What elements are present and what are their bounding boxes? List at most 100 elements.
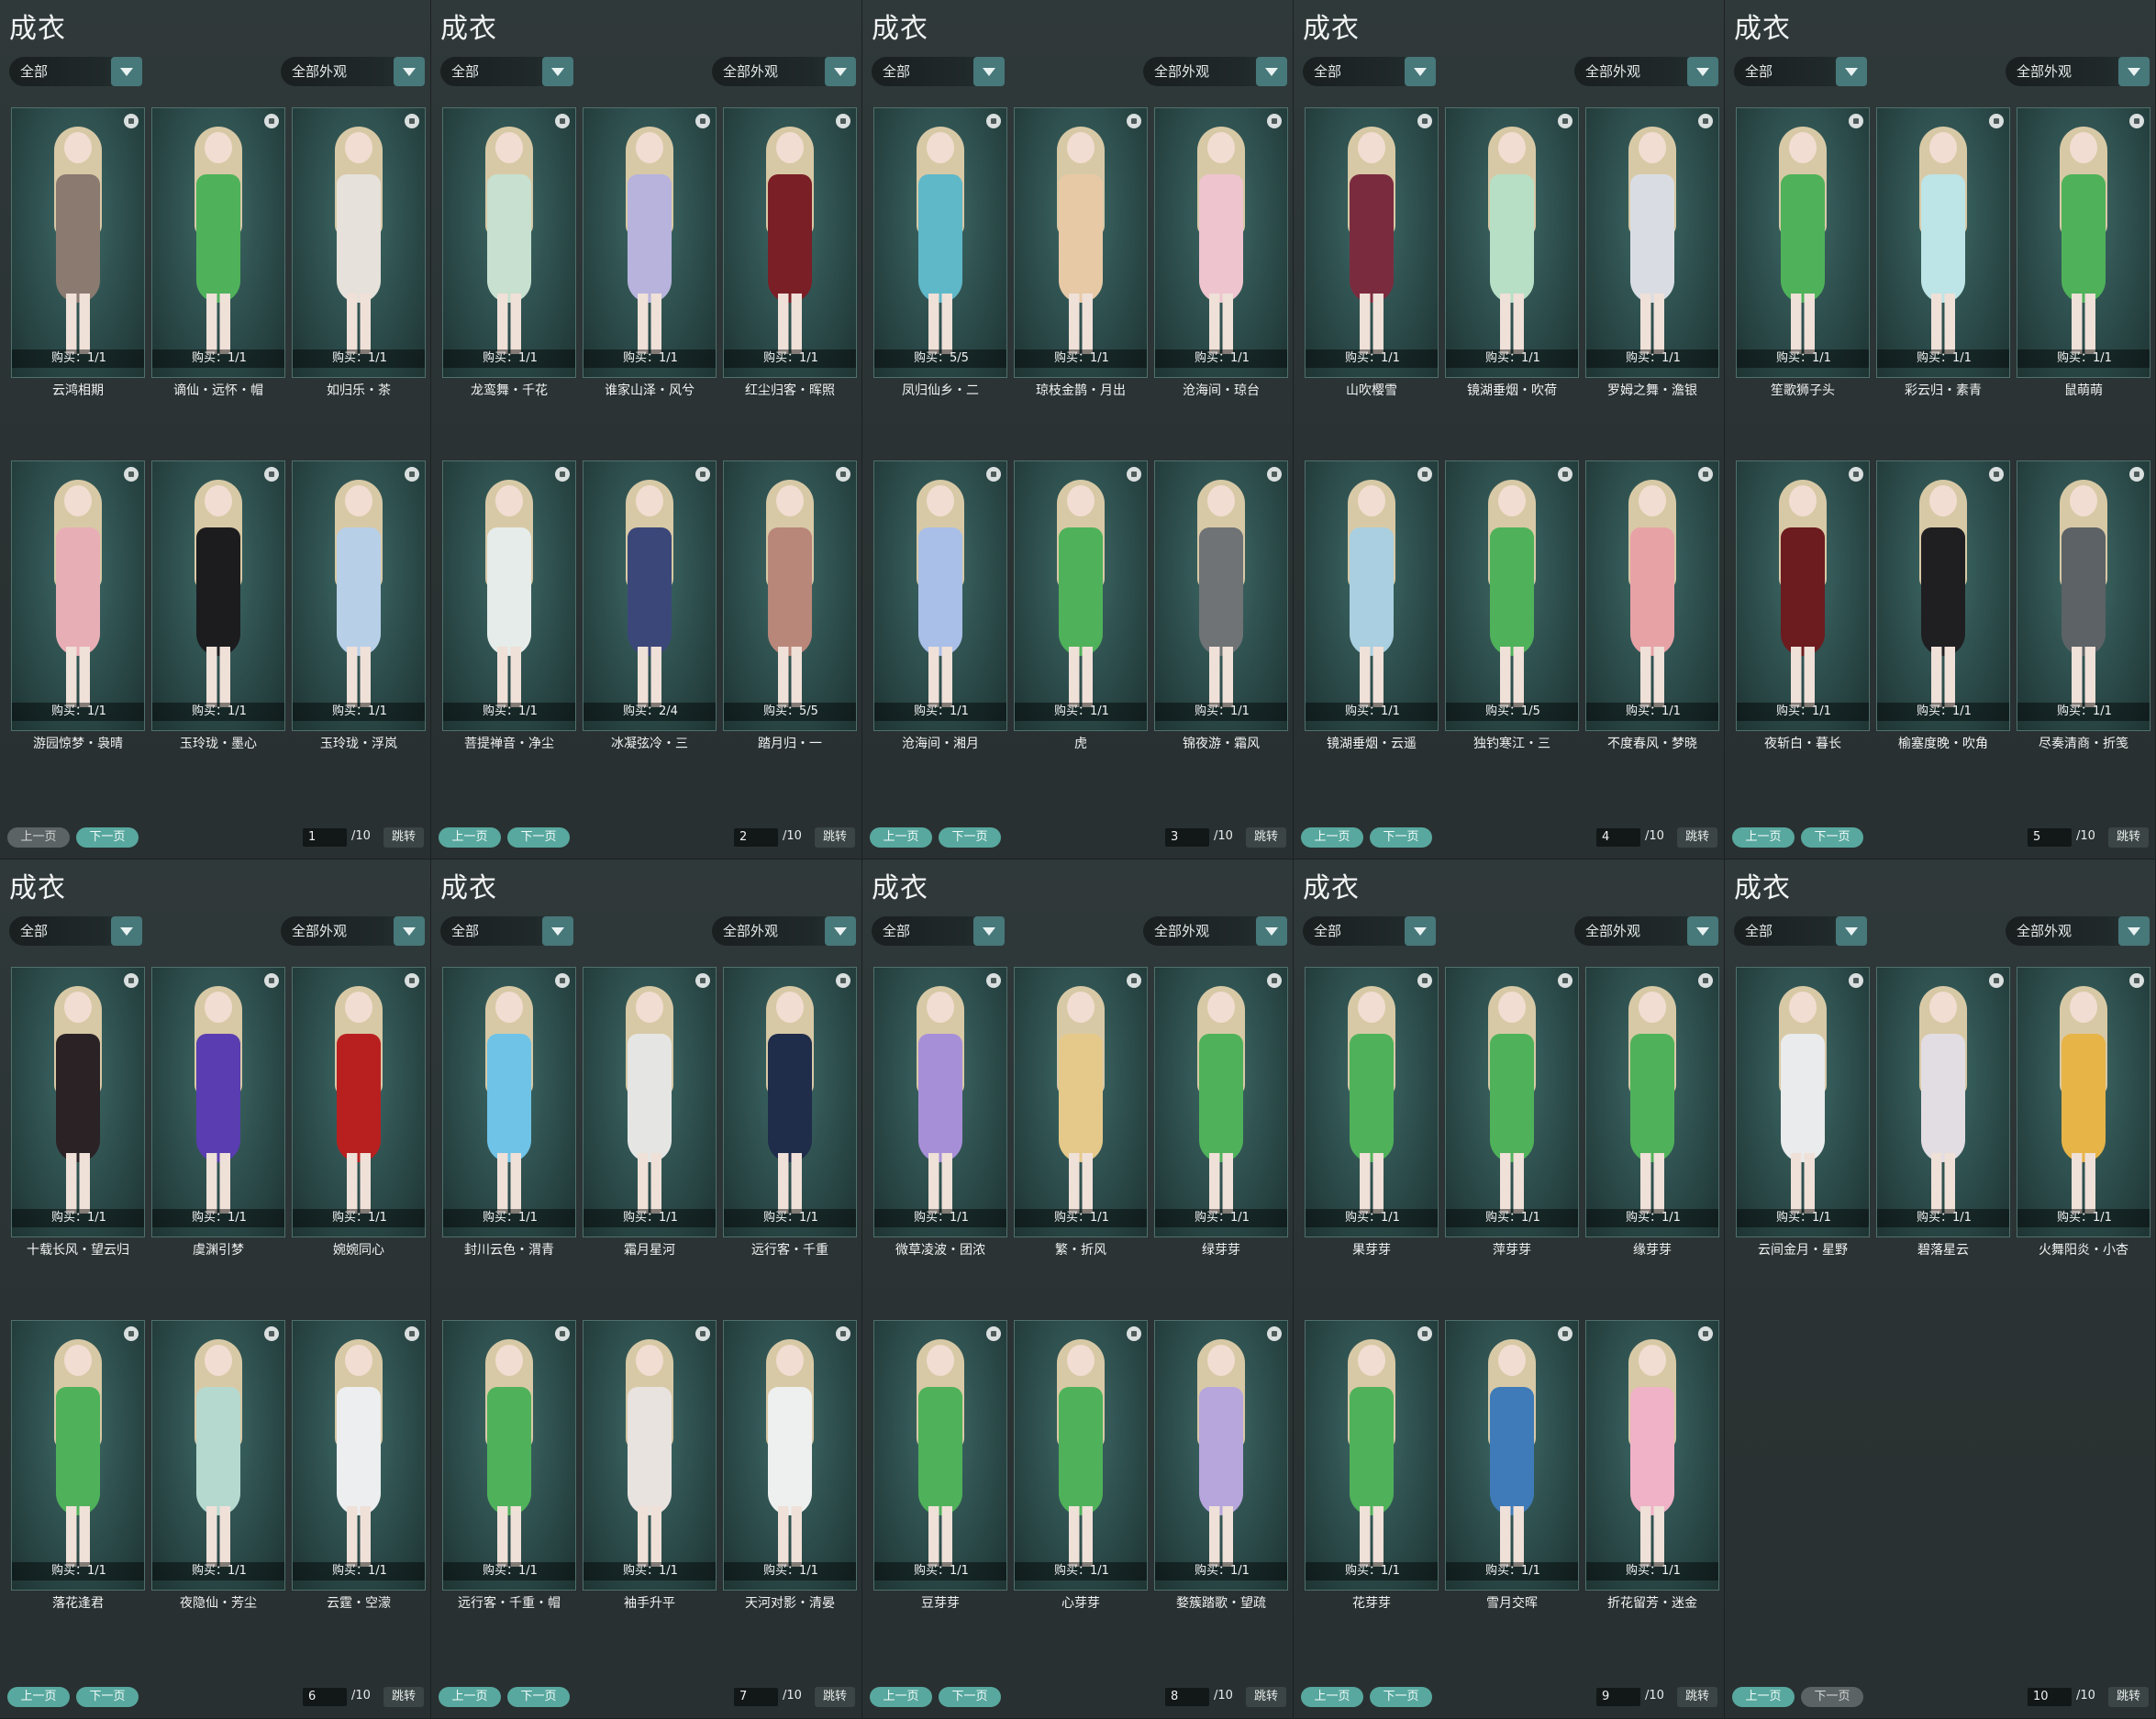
- outfit-card[interactable]: 购买：1/1 十载长风・望云归: [11, 967, 145, 1258]
- appearance-filter-dropdown[interactable]: 全部外观: [281, 57, 425, 86]
- outfit-card[interactable]: 购买：1/1 婺簇踏歌・望疏: [1154, 1320, 1288, 1611]
- trash-icon[interactable]: [264, 114, 279, 128]
- appearance-filter-dropdown[interactable]: 全部外观: [1574, 57, 1718, 86]
- prev-page-button[interactable]: 上一页: [1732, 1687, 1795, 1707]
- chevron-down-icon[interactable]: [1256, 916, 1287, 946]
- trash-icon[interactable]: [1417, 467, 1432, 482]
- appearance-filter-dropdown[interactable]: 全部外观: [281, 916, 425, 946]
- outfit-card[interactable]: 购买：1/1 微草凌波・团浓: [873, 967, 1007, 1258]
- category-filter-dropdown[interactable]: 全部: [872, 916, 1005, 946]
- outfit-card[interactable]: 购买：1/1 菩提禅音・净尘: [442, 460, 576, 751]
- outfit-card[interactable]: 购买：1/1 花芽芽: [1305, 1320, 1439, 1611]
- trash-icon[interactable]: [986, 973, 1001, 988]
- trash-icon[interactable]: [1417, 1326, 1432, 1341]
- outfit-card[interactable]: 购买：1/1 锦夜游・霜风: [1154, 460, 1288, 751]
- chevron-down-icon[interactable]: [1405, 57, 1436, 86]
- trash-icon[interactable]: [2129, 467, 2144, 482]
- page-number-input[interactable]: 1: [303, 828, 347, 847]
- outfit-card[interactable]: 购买：1/1 婉婉同心: [292, 967, 426, 1258]
- outfit-card[interactable]: 购买：1/5 独钓寒江・三: [1445, 460, 1579, 751]
- outfit-card[interactable]: 购买：1/1 笙歌狮子头: [1736, 107, 1870, 398]
- trash-icon[interactable]: [1267, 114, 1282, 128]
- category-filter-dropdown[interactable]: 全部: [440, 57, 573, 86]
- trash-icon[interactable]: [695, 973, 710, 988]
- outfit-card[interactable]: 购买：1/1 袖手升平: [583, 1320, 717, 1611]
- outfit-card[interactable]: 购买：1/1 罗姆之舞・澹银: [1585, 107, 1719, 398]
- trash-icon[interactable]: [264, 467, 279, 482]
- outfit-card[interactable]: 购买：1/1 镜湖垂烟・云遥: [1305, 460, 1439, 751]
- outfit-card[interactable]: 购买：1/1 榆塞度晚・吹角: [1876, 460, 2010, 751]
- outfit-card[interactable]: 购买：1/1 火舞阳炎・小杏: [2017, 967, 2150, 1258]
- trash-icon[interactable]: [836, 467, 850, 482]
- next-page-button[interactable]: 下一页: [939, 1687, 1001, 1707]
- outfit-card[interactable]: 购买：1/1 镜湖垂烟・吹荷: [1445, 107, 1579, 398]
- outfit-card[interactable]: 购买：1/1 碧落星云: [1876, 967, 2010, 1258]
- category-filter-dropdown[interactable]: 全部: [1734, 916, 1867, 946]
- outfit-card[interactable]: 购买：1/1 沧海间・琼台: [1154, 107, 1288, 398]
- trash-icon[interactable]: [1417, 114, 1432, 128]
- trash-icon[interactable]: [695, 114, 710, 128]
- trash-icon[interactable]: [1989, 973, 2004, 988]
- trash-icon[interactable]: [1849, 973, 1863, 988]
- appearance-filter-dropdown[interactable]: 全部外观: [1574, 916, 1718, 946]
- next-page-button[interactable]: 下一页: [507, 1687, 570, 1707]
- outfit-card[interactable]: 购买：1/1 琼枝金鹊・月出: [1014, 107, 1148, 398]
- trash-icon[interactable]: [124, 114, 139, 128]
- outfit-card[interactable]: 购买：1/1 云霆・空濛: [292, 1320, 426, 1611]
- outfit-card[interactable]: 购买：1/1 尽奏清商・折笺: [2017, 460, 2150, 751]
- trash-icon[interactable]: [1698, 973, 1713, 988]
- outfit-card[interactable]: 购买：1/1 谁家山泽・风兮: [583, 107, 717, 398]
- outfit-card[interactable]: 购买：1/1 封川云色・渭青: [442, 967, 576, 1258]
- next-page-button[interactable]: 下一页: [507, 827, 570, 848]
- trash-icon[interactable]: [1698, 1326, 1713, 1341]
- trash-icon[interactable]: [1127, 973, 1141, 988]
- category-filter-dropdown[interactable]: 全部: [9, 916, 142, 946]
- trash-icon[interactable]: [1989, 114, 2004, 128]
- outfit-card[interactable]: 购买：1/1 云鸿相期: [11, 107, 145, 398]
- chevron-down-icon[interactable]: [1687, 57, 1718, 86]
- chevron-down-icon[interactable]: [2118, 57, 2150, 86]
- outfit-card[interactable]: 购买：1/1 缘芽芽: [1585, 967, 1719, 1258]
- trash-icon[interactable]: [555, 467, 570, 482]
- trash-icon[interactable]: [405, 114, 419, 128]
- trash-icon[interactable]: [405, 973, 419, 988]
- jump-button[interactable]: 跳转: [383, 827, 424, 848]
- next-page-button[interactable]: 下一页: [1370, 827, 1432, 848]
- trash-icon[interactable]: [124, 973, 139, 988]
- outfit-card[interactable]: 购买：1/1 夜斩白・暮长: [1736, 460, 1870, 751]
- page-number-input[interactable]: 5: [2028, 828, 2072, 847]
- chevron-down-icon[interactable]: [542, 916, 573, 946]
- appearance-filter-dropdown[interactable]: 全部外观: [2006, 57, 2150, 86]
- trash-icon[interactable]: [2129, 973, 2144, 988]
- page-number-input[interactable]: 10: [2028, 1688, 2072, 1706]
- trash-icon[interactable]: [264, 1326, 279, 1341]
- chevron-down-icon[interactable]: [111, 916, 142, 946]
- category-filter-dropdown[interactable]: 全部: [440, 916, 573, 946]
- prev-page-button[interactable]: 上一页: [439, 827, 501, 848]
- outfit-card[interactable]: 购买：1/1 落花逢君: [11, 1320, 145, 1611]
- outfit-card[interactable]: 购买：1/1 霜月星河: [583, 967, 717, 1258]
- next-page-button[interactable]: 下一页: [1370, 1687, 1432, 1707]
- trash-icon[interactable]: [695, 467, 710, 482]
- trash-icon[interactable]: [1267, 1326, 1282, 1341]
- outfit-card[interactable]: 购买：1/1 虞渊引梦: [151, 967, 285, 1258]
- outfit-card[interactable]: 购买：1/1 云间金月・星野: [1736, 967, 1870, 1258]
- chevron-down-icon[interactable]: [1405, 916, 1436, 946]
- chevron-down-icon[interactable]: [825, 57, 856, 86]
- prev-page-button[interactable]: 上一页: [439, 1687, 501, 1707]
- trash-icon[interactable]: [1558, 114, 1573, 128]
- outfit-card[interactable]: 购买：1/1 不度春风・梦晓: [1585, 460, 1719, 751]
- jump-button[interactable]: 跳转: [2108, 827, 2149, 848]
- jump-button[interactable]: 跳转: [2108, 1687, 2149, 1707]
- trash-icon[interactable]: [836, 1326, 850, 1341]
- outfit-card[interactable]: 购买：1/1 绿芽芽: [1154, 967, 1288, 1258]
- trash-icon[interactable]: [1127, 114, 1141, 128]
- page-number-input[interactable]: 9: [1596, 1688, 1640, 1706]
- page-number-input[interactable]: 4: [1596, 828, 1640, 847]
- page-number-input[interactable]: 7: [734, 1688, 778, 1706]
- outfit-card[interactable]: 购买：1/1 虎: [1014, 460, 1148, 751]
- trash-icon[interactable]: [836, 973, 850, 988]
- chevron-down-icon[interactable]: [1836, 57, 1867, 86]
- trash-icon[interactable]: [405, 1326, 419, 1341]
- appearance-filter-dropdown[interactable]: 全部外观: [712, 57, 856, 86]
